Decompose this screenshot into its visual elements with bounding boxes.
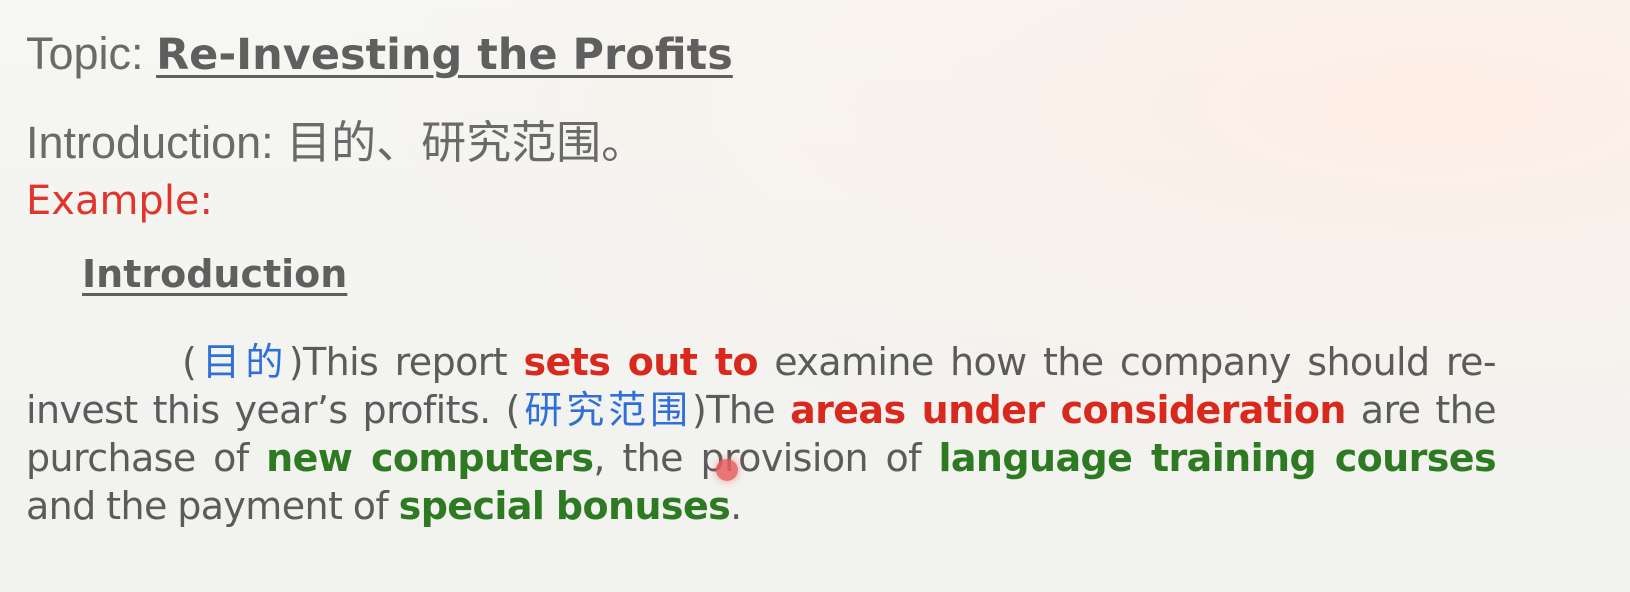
phrase-new-computers: new computers (266, 436, 594, 480)
phrase-language-training-courses: language training courses (938, 436, 1496, 480)
paragraph-text-6: and the payment of (26, 484, 399, 528)
scope-marker: (研究范围) (505, 388, 707, 432)
phrase-special-bonuses: special bonuses (398, 484, 731, 528)
paragraph-text-1: This report (302, 340, 524, 384)
scope-marker-text: 研究范围 (519, 388, 693, 432)
topic-line: Topic: Re-Investing the Profits (26, 28, 733, 80)
introduction-content: 目的、研究范围。 (286, 117, 647, 168)
purpose-marker-text: 目的 (196, 340, 289, 384)
paragraph-text-7: . (730, 484, 742, 528)
section-heading: Introduction (82, 252, 348, 296)
example-paragraph: (目的)This report sets out to examine how … (26, 338, 1497, 530)
example-label: Example: (26, 178, 214, 224)
paragraph-text-3: The (706, 388, 791, 432)
paragraph-text-5: , the provision of (593, 436, 939, 480)
purpose-marker: (目的) (182, 340, 304, 384)
introduction-line: Introduction: 目的、研究范围。 (26, 106, 646, 171)
phrase-areas-under-consideration: areas under consideration (790, 388, 1346, 432)
topic-title: Re-Investing the Profits (156, 30, 733, 80)
introduction-label: Introduction: (26, 117, 287, 168)
phrase-sets-out-to: sets out to (523, 340, 758, 384)
topic-label: Topic: (26, 28, 157, 79)
laser-pointer-dot (716, 459, 738, 481)
